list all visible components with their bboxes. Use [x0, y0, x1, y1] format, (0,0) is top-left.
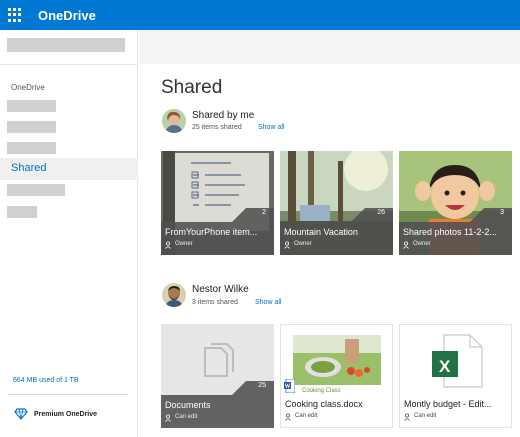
sidebar-item-recycle-bin[interactable] [7, 184, 65, 196]
tile-title: Shared photos 11-2-2... [403, 227, 497, 237]
excel-badge-letter: X [439, 357, 451, 376]
page-title: Shared [161, 77, 223, 98]
tile-caption: Mountain Vacation Owner [280, 222, 393, 255]
show-all-link[interactable]: Show all [258, 124, 284, 131]
avatar[interactable] [162, 109, 186, 133]
tile-permission: Can edit [175, 414, 198, 420]
group-owner-name: Nestor Wilke [192, 284, 249, 295]
sidebar-item-files[interactable] [7, 100, 56, 112]
app-launcher-icon[interactable] [8, 8, 22, 22]
item-count-badge: 26 [365, 208, 393, 222]
people-icon [403, 241, 409, 249]
tile-permission: Can edit [295, 413, 318, 419]
item-count-badge: 3 [484, 208, 512, 222]
people-icon [404, 413, 410, 421]
app-name[interactable]: OneDrive [38, 8, 96, 23]
group-owner-name: Shared by me [192, 110, 255, 121]
tile-caption: Montly budget - Edit... Can edit [400, 394, 511, 427]
word-file-icon [284, 379, 295, 393]
shared-tile[interactable]: 3 Shared photos 11-2-2... Owner [399, 151, 512, 255]
sidebar: OneDrive Shared 664 MB used of 1 TB Prem… [0, 30, 138, 437]
tile-title: Montly budget - Edit... [404, 399, 492, 409]
main-content: Shared Shared by me 25 items shared Show… [139, 30, 520, 437]
item-count-badge: 2 [246, 208, 274, 222]
shared-tile[interactable]: 25 Documents Can edit [161, 324, 274, 428]
storage-usage-link[interactable]: 664 MB used of 1 TB [13, 377, 79, 384]
premium-link[interactable]: Premium OneDrive [34, 411, 97, 418]
avatar[interactable] [162, 283, 186, 307]
group-item-count: 3 items shared [192, 299, 238, 306]
people-icon [284, 241, 290, 249]
tile-caption: FromYourPhone item... Owner [161, 222, 274, 255]
people-icon [285, 413, 291, 421]
tile-title: Mountain Vacation [284, 227, 358, 237]
tile-caption: Documents Can edit [161, 395, 274, 428]
tile-caption: Shared photos 11-2-2... Owner [399, 222, 512, 255]
tile-permission: Owner [413, 241, 431, 247]
tile-title: Documents [165, 400, 211, 410]
diamond-icon [14, 408, 28, 420]
shared-tile[interactable]: 2 FromYourPhone item... Owner [161, 151, 274, 255]
shared-tile[interactable]: 26 Mountain Vacation Owner [280, 151, 393, 255]
sidebar-item-recent[interactable] [7, 121, 56, 133]
sidebar-item-shared[interactable]: Shared [0, 158, 138, 180]
search-box[interactable] [7, 38, 125, 52]
people-icon [165, 241, 171, 249]
tile-permission: Owner [294, 241, 312, 247]
file-thumbnail [293, 335, 381, 385]
sidebar-divider [0, 64, 138, 65]
sidebar-item-label: Shared [11, 162, 47, 174]
documents-icon [204, 343, 234, 377]
tile-caption: Cooking class.docx Can edit [281, 394, 392, 427]
sidebar-item-pcs[interactable] [7, 206, 37, 218]
sidebar-item-photos[interactable] [7, 142, 56, 154]
show-all-link[interactable]: Show all [255, 299, 281, 306]
top-bar: OneDrive [0, 0, 520, 30]
shared-tile[interactable]: Cooking Class Cooking class.docx Can edi… [280, 324, 393, 428]
people-icon [165, 414, 171, 422]
shared-tile[interactable]: X Montly budget - Edit... Can edit [399, 324, 512, 428]
nav-heading: OneDrive [11, 83, 45, 92]
tile-title: Cooking class.docx [285, 399, 363, 409]
item-count-badge: 25 [246, 381, 274, 395]
command-bar [139, 30, 520, 64]
group-item-count: 25 items shared [192, 124, 242, 131]
tile-permission: Owner [175, 241, 193, 247]
storage-bar [8, 394, 128, 395]
tile-permission: Can edit [414, 413, 437, 419]
tile-title: FromYourPhone item... [165, 227, 258, 237]
